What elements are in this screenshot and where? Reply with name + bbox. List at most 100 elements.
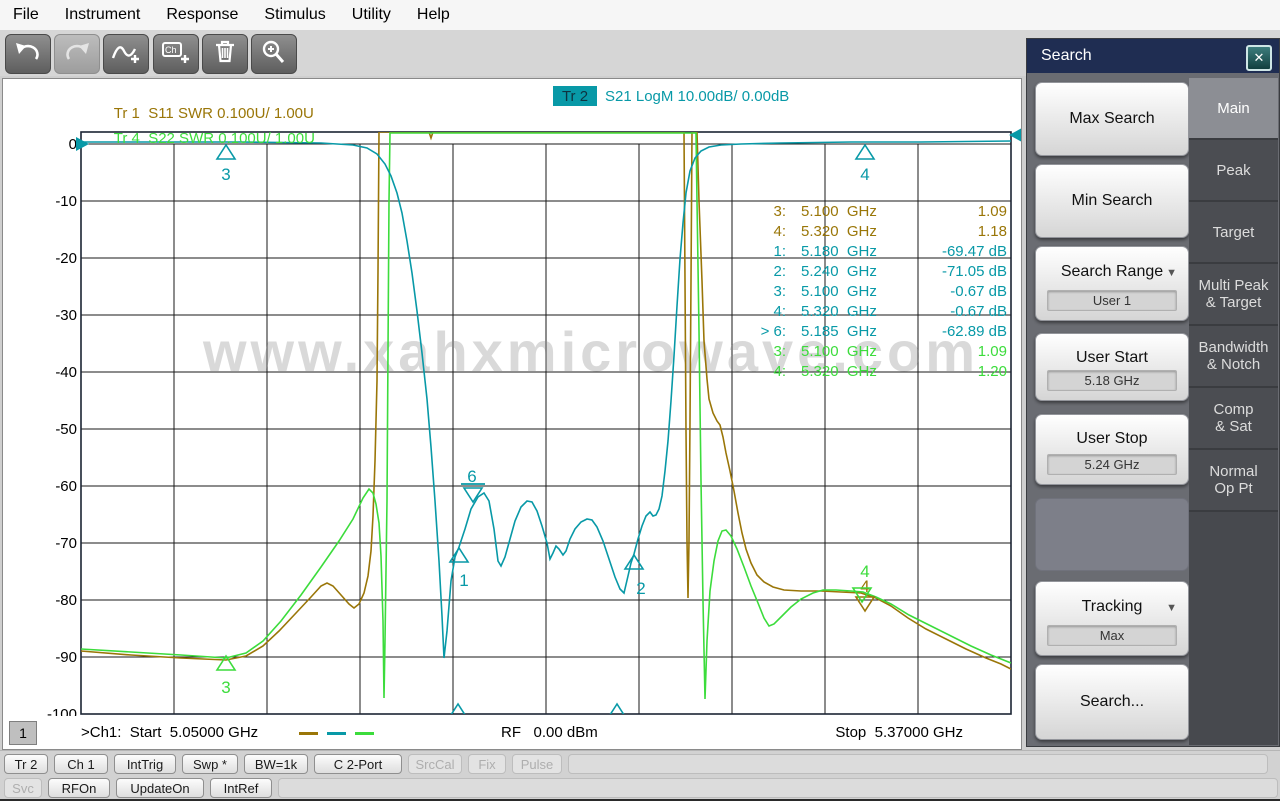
marker-readout-row: 4: 5.320 GHz 1.20: [3, 363, 1021, 383]
marker-readout-row: 3: 5.100 GHz 1.09: [3, 203, 1021, 223]
stop-frequency-label: Stop 5.37000 GHz: [835, 724, 963, 741]
marker-value: -71.05 dB: [941, 263, 1007, 280]
button-label: Min Search: [1071, 192, 1153, 209]
user-start-button[interactable]: User Start 5.18 GHz: [1035, 333, 1189, 401]
menu-help[interactable]: Help: [404, 6, 463, 24]
status-inttrig[interactable]: IntTrig: [114, 754, 176, 774]
user-stop-button[interactable]: User Stop 5.24 GHz: [1035, 414, 1189, 485]
tab-bandwidth-notch[interactable]: Bandwidth & Notch: [1189, 326, 1278, 388]
blank-button[interactable]: [1035, 498, 1189, 571]
undo-icon: [13, 38, 43, 71]
undo-button[interactable]: [5, 34, 51, 74]
status-tr-2[interactable]: Tr 2: [4, 754, 48, 774]
marker-value: 1.20: [977, 363, 1007, 380]
search-panel: Search ✕ Max Search Min Search Search Rang…: [1026, 38, 1280, 747]
svg-text:6: 6: [467, 467, 476, 486]
zoom-in-button[interactable]: [251, 34, 297, 74]
legend-tr2-active-badge[interactable]: Tr 2: [553, 86, 597, 106]
menu-utility[interactable]: Utility: [339, 6, 404, 24]
menu-instrument[interactable]: Instrument: [52, 6, 154, 24]
marker-readout-row: 4: 5.320 GHz -0.67 dB: [3, 303, 1021, 323]
tracking-button[interactable]: Tracking ▼ Max: [1035, 581, 1189, 656]
ref-level-arrow[interactable]: [76, 137, 89, 151]
svg-text:2: 2: [636, 579, 645, 598]
status-rfon[interactable]: RFOn: [48, 778, 110, 798]
marker-readout-row: > 6: 5.185 GHz -62.89 dB: [3, 323, 1021, 343]
marker-number: 1:: [773, 243, 786, 260]
add-channel-icon: Ch: [160, 38, 192, 71]
marker-value: -0.67 dB: [950, 283, 1007, 300]
chevron-down-icon: ▼: [1166, 267, 1177, 279]
search-button[interactable]: Search...: [1035, 664, 1189, 740]
marker-number: 3:: [773, 343, 786, 360]
tab-main[interactable]: Main: [1189, 78, 1278, 140]
y-axis-label: -90: [55, 649, 77, 666]
svg-text:4: 4: [860, 165, 869, 184]
y-axis-label: -70: [55, 535, 77, 552]
status-intref[interactable]: IntRef: [210, 778, 272, 798]
redo-button[interactable]: [54, 34, 100, 74]
marker-readout-row: 3: 5.100 GHz -0.67 dB: [3, 283, 1021, 303]
search-panel-title: Search ✕: [1027, 39, 1279, 73]
tr4-swatch: [355, 732, 374, 735]
button-label: User Stop: [1076, 430, 1148, 447]
legend-tr2[interactable]: S21 LogM 10.00dB/ 0.00dB: [605, 88, 789, 105]
marker-value: -62.89 dB: [941, 323, 1007, 340]
button-label: User Start: [1075, 349, 1148, 366]
marker-value: 1.09: [977, 203, 1007, 220]
status-bar: Tr 2 Ch 1 IntTrig Swp * BW=1k C 2-Port SrcCal F…: [0, 750, 1280, 801]
add-trace-icon: [110, 38, 142, 71]
tab-multi-peak-target[interactable]: Multi Peak & Target: [1189, 264, 1278, 326]
y-axis-label: -50: [55, 421, 77, 438]
marker-readout-row: 3: 5.100 GHz 1.09: [3, 343, 1021, 363]
svg-text:3: 3: [221, 678, 230, 697]
svg-text:4: 4: [860, 562, 869, 581]
chevron-down-icon: ▼: [1166, 602, 1177, 614]
tab-normal-op-pt[interactable]: Normal Op Pt: [1189, 450, 1278, 512]
marker-number: 2:: [773, 263, 786, 280]
tr1-swatch: [299, 732, 318, 735]
tab-target[interactable]: Target: [1189, 202, 1278, 264]
legend-tr4-detail: S22 SWR 0.100U/ 1.00U: [148, 130, 315, 147]
marker-readout-row: 2: 5.240 GHz -71.05 dB: [3, 263, 1021, 283]
search-range-button[interactable]: Search Range ▼ User 1: [1035, 246, 1189, 321]
plot-panel: 0 -10 -20 -30 -40 -50 -60 -70 -80 -90 -100 www.xahx…: [2, 78, 1022, 750]
menu-response[interactable]: Response: [153, 6, 251, 24]
status-ch-1[interactable]: Ch 1: [54, 754, 108, 774]
button-label: Max Search: [1069, 110, 1155, 127]
marker-number: 4:: [773, 363, 786, 380]
status-srccal: SrcCal: [408, 754, 462, 774]
start-frequency-label: >Ch1: Start 5.05000 GHz: [81, 724, 259, 741]
marker-number: 3:: [773, 283, 786, 300]
tab-peak[interactable]: Peak: [1189, 140, 1278, 202]
y-axis-label: -60: [55, 478, 77, 495]
svg-text:3: 3: [221, 165, 230, 184]
status-swp[interactable]: Swp *: [182, 754, 238, 774]
rf-power-label: RF 0.00 dBm: [501, 724, 598, 741]
button-label: Search...: [1079, 693, 1145, 710]
marker-value: 1.09: [977, 343, 1007, 360]
marker-tr1-4: [854, 596, 876, 613]
close-icon[interactable]: ✕: [1246, 45, 1272, 71]
user-start-value: 5.18 GHz: [1047, 370, 1177, 391]
menu-stimulus[interactable]: Stimulus: [251, 6, 338, 24]
marker-number: 3:: [773, 203, 786, 220]
status-bw-1k[interactable]: BW=1k: [244, 754, 308, 774]
channel-badge[interactable]: 1: [9, 721, 37, 745]
tab-comp-sat[interactable]: Comp & Sat: [1189, 388, 1278, 450]
marker-value: -0.67 dB: [950, 303, 1007, 320]
search-tab-strip: Main Peak Target Multi Peak & Target Bandwid…: [1189, 78, 1278, 745]
marker-value: -69.47 dB: [941, 243, 1007, 260]
redo-icon: [62, 38, 92, 71]
status-row-1: Tr 2 Ch 1 IntTrig Swp * BW=1k C 2-Port SrcCal F…: [4, 754, 1268, 774]
min-search-button[interactable]: Min Search: [1035, 164, 1189, 238]
max-search-button[interactable]: Max Search: [1035, 82, 1189, 156]
marker-value: 1.18: [977, 223, 1007, 240]
add-channel-button[interactable]: Ch: [153, 34, 199, 74]
status-updateon[interactable]: UpdateOn: [116, 778, 204, 798]
add-trace-button[interactable]: [103, 34, 149, 74]
legend-tr4[interactable]: Tr 4 S22 SWR 0.100U/ 1.00U: [89, 113, 315, 164]
status-c-2-port[interactable]: C 2-Port: [314, 754, 402, 774]
delete-button[interactable]: [202, 34, 248, 74]
menu-file[interactable]: File: [0, 6, 52, 24]
